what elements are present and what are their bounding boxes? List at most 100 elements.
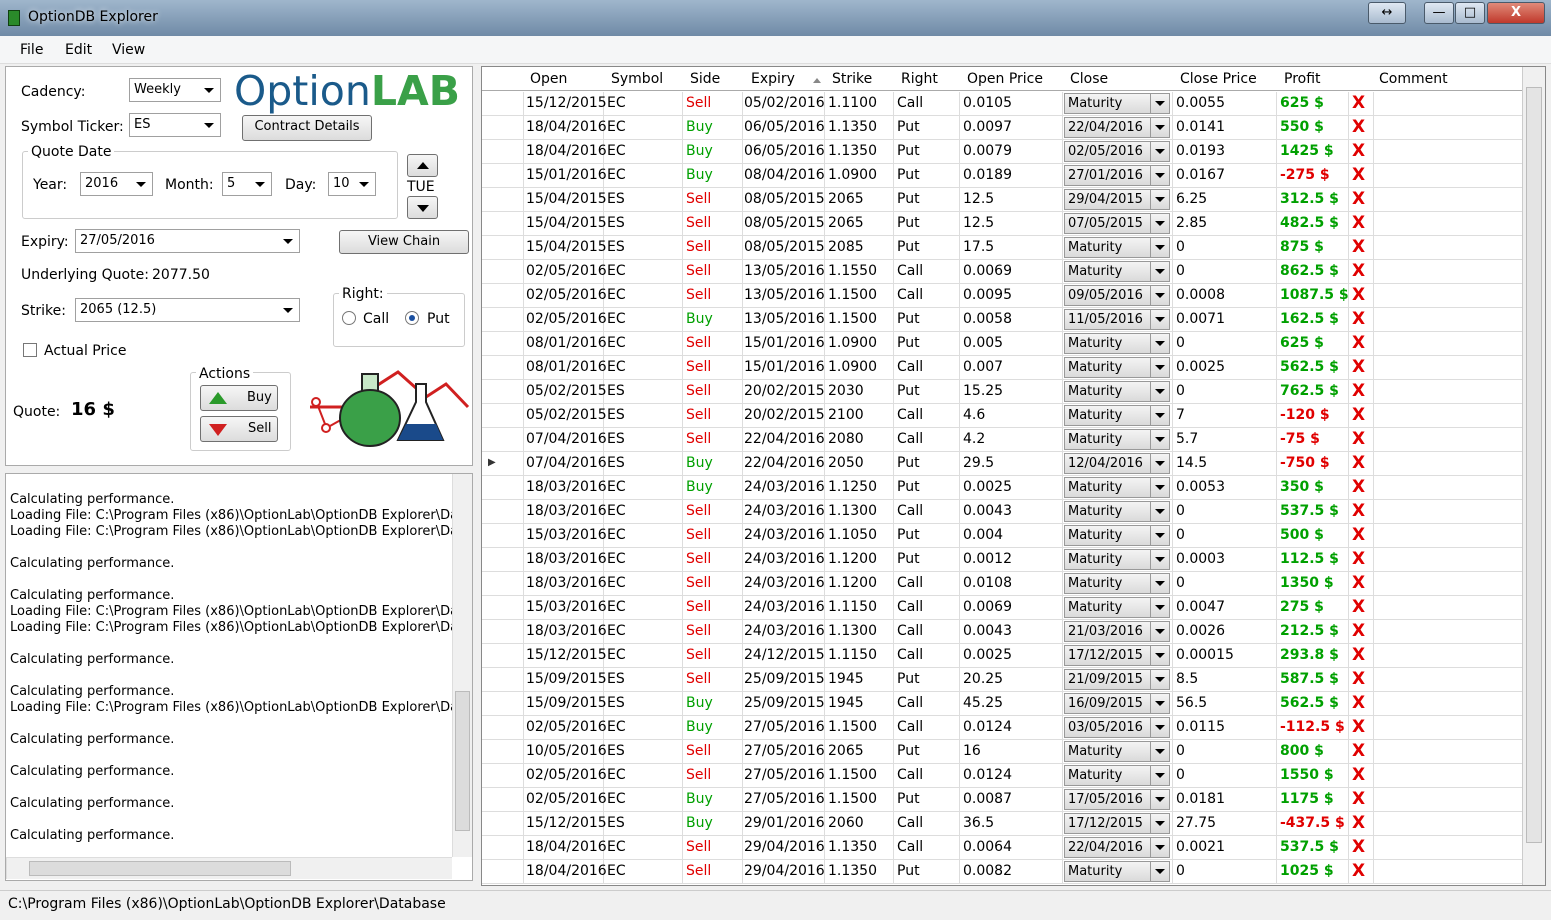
- close-select[interactable]: Maturity: [1064, 525, 1170, 546]
- cadency-select[interactable]: Weekly: [129, 78, 221, 102]
- table-row[interactable]: 18/04/2016 EC Buy 06/05/2016 1.1350 Put 0.0079…: [482, 140, 1522, 164]
- table-row[interactable]: 15/09/2015 ES Buy 25/09/2015 1945 Call 45.25 16…: [482, 692, 1522, 716]
- close-select[interactable]: 22/04/2016: [1064, 837, 1170, 858]
- strike-select[interactable]: 2065 (12.5): [75, 298, 300, 322]
- table-row[interactable]: 08/01/2016 EC Sell 15/01/2016 1.0900 Call 0.00…: [482, 356, 1522, 380]
- delete-row-icon[interactable]: X: [1352, 189, 1365, 209]
- col-close[interactable]: Close: [1070, 71, 1108, 87]
- delete-row-icon[interactable]: X: [1352, 285, 1365, 305]
- col-side[interactable]: Side: [690, 71, 720, 87]
- delete-row-icon[interactable]: X: [1352, 525, 1365, 545]
- close-select[interactable]: 09/05/2016: [1064, 285, 1170, 306]
- close-select[interactable]: 29/04/2015: [1064, 189, 1170, 210]
- symbol-select[interactable]: ES: [129, 113, 221, 137]
- table-row[interactable]: 15/04/2015 ES Sell 08/05/2015 2065 Put 12.5 29/…: [482, 188, 1522, 212]
- log-horizontal-scrollbar[interactable]: [6, 857, 452, 879]
- call-radio[interactable]: [342, 311, 356, 325]
- close-select[interactable]: 12/04/2016: [1064, 453, 1170, 474]
- close-select[interactable]: 21/03/2016: [1064, 621, 1170, 642]
- col-open-price[interactable]: Open Price: [967, 71, 1043, 87]
- table-row[interactable]: 18/03/2016 EC Sell 24/03/2016 1.1300 Call 0.00…: [482, 620, 1522, 644]
- table-row[interactable]: 18/04/2016 EC Sell 29/04/2016 1.1350 Call 0.00…: [482, 836, 1522, 860]
- table-row[interactable]: 02/05/2016 EC Sell 13/05/2016 1.1500 Call 0.00…: [482, 284, 1522, 308]
- delete-row-icon[interactable]: X: [1352, 477, 1365, 497]
- table-row[interactable]: 15/12/2015 EC Sell 05/02/2016 1.1100 Call 0.01…: [482, 92, 1522, 116]
- close-select[interactable]: Maturity: [1064, 861, 1170, 882]
- table-row[interactable]: 15/03/2016 EC Sell 24/03/2016 1.1050 Put 0.004…: [482, 524, 1522, 548]
- table-row[interactable]: 15/12/2015 EC Sell 24/12/2015 1.1150 Call 0.00…: [482, 644, 1522, 668]
- close-select[interactable]: 02/05/2016: [1064, 141, 1170, 162]
- delete-row-icon[interactable]: X: [1352, 693, 1365, 713]
- col-close-price[interactable]: Close Price: [1180, 71, 1257, 87]
- delete-row-icon[interactable]: X: [1352, 549, 1365, 569]
- delete-row-icon[interactable]: X: [1352, 261, 1365, 281]
- delete-row-icon[interactable]: X: [1352, 333, 1365, 353]
- close-button[interactable]: X: [1487, 2, 1545, 24]
- close-select[interactable]: Maturity: [1064, 741, 1170, 762]
- close-select[interactable]: Maturity: [1064, 573, 1170, 594]
- menu-view[interactable]: View: [112, 42, 145, 58]
- month-select[interactable]: 5: [222, 172, 272, 196]
- delete-row-icon[interactable]: X: [1352, 717, 1365, 737]
- delete-row-icon[interactable]: X: [1352, 741, 1365, 761]
- table-row[interactable]: 05/02/2015 ES Sell 20/02/2015 2100 Call 4.6 Mat…: [482, 404, 1522, 428]
- delete-row-icon[interactable]: X: [1352, 669, 1365, 689]
- delete-row-icon[interactable]: X: [1352, 357, 1365, 377]
- delete-row-icon[interactable]: X: [1352, 405, 1365, 425]
- close-select[interactable]: 07/05/2015: [1064, 213, 1170, 234]
- table-row[interactable]: 10/05/2016 ES Sell 27/05/2016 2065 Put 16 Matur…: [482, 740, 1522, 764]
- col-profit[interactable]: Profit: [1284, 71, 1321, 87]
- day-select[interactable]: 10: [328, 172, 376, 196]
- table-row[interactable]: 07/04/2016 ES Buy 22/04/2016 2050 Put 29.5 12/0…: [482, 452, 1522, 476]
- table-row[interactable]: 07/04/2016 ES Sell 22/04/2016 2080 Call 4.2 Mat…: [482, 428, 1522, 452]
- contract-details-button[interactable]: Contract Details: [242, 115, 372, 141]
- close-select[interactable]: Maturity: [1064, 261, 1170, 282]
- col-right[interactable]: Right: [901, 71, 938, 87]
- delete-row-icon[interactable]: X: [1352, 501, 1365, 521]
- log-panel[interactable]: Calculating performance. Loading File: C:…: [5, 473, 473, 881]
- close-select[interactable]: Maturity: [1064, 597, 1170, 618]
- table-row[interactable]: 02/05/2016 EC Sell 27/05/2016 1.1500 Call 0.01…: [482, 764, 1522, 788]
- delete-row-icon[interactable]: X: [1352, 141, 1365, 161]
- close-select[interactable]: Maturity: [1064, 381, 1170, 402]
- maximize-button[interactable]: □: [1455, 2, 1485, 24]
- delete-row-icon[interactable]: X: [1352, 237, 1365, 257]
- close-select[interactable]: 16/09/2015: [1064, 693, 1170, 714]
- close-select[interactable]: Maturity: [1064, 237, 1170, 258]
- delete-row-icon[interactable]: X: [1352, 309, 1365, 329]
- table-row[interactable]: 15/04/2015 ES Sell 08/05/2015 2065 Put 12.5 07/…: [482, 212, 1522, 236]
- close-select[interactable]: 17/05/2016: [1064, 789, 1170, 810]
- delete-row-icon[interactable]: X: [1352, 813, 1365, 833]
- day-down-button[interactable]: [407, 196, 438, 219]
- delete-row-icon[interactable]: X: [1352, 213, 1365, 233]
- delete-row-icon[interactable]: X: [1352, 93, 1365, 113]
- scroll-thumb[interactable]: [1526, 87, 1542, 843]
- year-select[interactable]: 2016: [80, 172, 153, 196]
- delete-row-icon[interactable]: X: [1352, 861, 1365, 881]
- day-up-button[interactable]: [407, 154, 438, 177]
- col-comment[interactable]: Comment: [1379, 71, 1448, 87]
- delete-row-icon[interactable]: X: [1352, 765, 1365, 785]
- close-select[interactable]: 03/05/2016: [1064, 717, 1170, 738]
- actual-price-checkbox[interactable]: [23, 343, 37, 357]
- close-select[interactable]: Maturity: [1064, 501, 1170, 522]
- table-row[interactable]: 18/03/2016 EC Sell 24/03/2016 1.1300 Call 0.00…: [482, 500, 1522, 524]
- close-select[interactable]: 21/09/2015: [1064, 669, 1170, 690]
- table-row[interactable]: 02/05/2016 EC Sell 13/05/2016 1.1550 Call 0.00…: [482, 260, 1522, 284]
- col-open[interactable]: Open: [530, 71, 567, 87]
- expiry-select[interactable]: 27/05/2016: [75, 229, 300, 253]
- delete-row-icon[interactable]: X: [1352, 429, 1365, 449]
- scroll-thumb[interactable]: [455, 691, 470, 831]
- table-row[interactable]: 18/03/2016 EC Sell 24/03/2016 1.1200 Call 0.01…: [482, 572, 1522, 596]
- table-row[interactable]: 02/05/2016 EC Buy 27/05/2016 1.1500 Put 0.0087…: [482, 788, 1522, 812]
- delete-row-icon[interactable]: X: [1352, 837, 1365, 857]
- close-select[interactable]: Maturity: [1064, 405, 1170, 426]
- close-select[interactable]: Maturity: [1064, 429, 1170, 450]
- delete-row-icon[interactable]: X: [1352, 789, 1365, 809]
- close-select[interactable]: Maturity: [1064, 549, 1170, 570]
- close-select[interactable]: Maturity: [1064, 333, 1170, 354]
- log-vertical-scrollbar[interactable]: [452, 474, 472, 857]
- delete-row-icon[interactable]: X: [1352, 165, 1365, 185]
- col-expiry[interactable]: Expiry: [751, 71, 795, 87]
- close-select[interactable]: 17/12/2015: [1064, 813, 1170, 834]
